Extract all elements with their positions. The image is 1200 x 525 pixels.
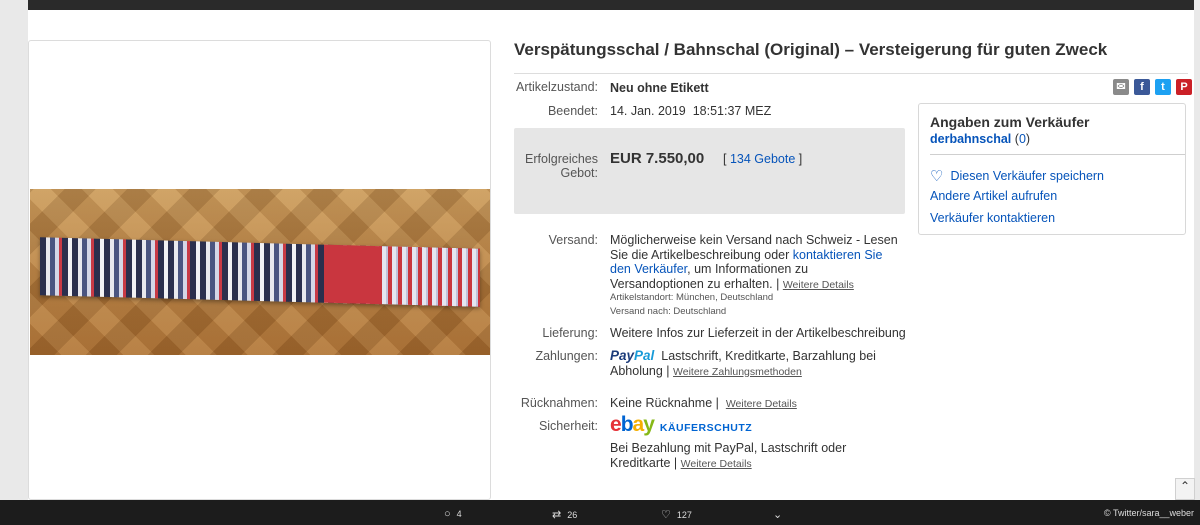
seller-divider <box>930 154 1185 155</box>
save-seller-link[interactable]: ♡ Diesen Verkäufer speichern <box>930 167 1104 185</box>
delivery-value: Weitere Infos zur Lieferzeit in der Arti… <box>610 326 906 340</box>
bids-link[interactable]: 134 Gebote <box>730 152 795 166</box>
item-title: Verspätungsschal / Bahnschal (Original) … <box>514 40 1108 59</box>
chevron-down-icon: ⌄ <box>773 509 783 521</box>
other-items-link[interactable]: Andere Artikel aufrufen <box>930 189 1057 203</box>
shipping-details-link[interactable]: Weitere Details <box>783 279 854 291</box>
facebook-icon[interactable]: f <box>1134 79 1150 95</box>
bid-label: Erfolgreiches Gebot: <box>498 152 598 180</box>
save-seller-label: Diesen Verkäufer speichern <box>950 169 1105 183</box>
ebay-logo: ebay <box>610 413 655 436</box>
ended-label: Beendet: <box>547 104 598 118</box>
right-margin <box>1194 0 1200 525</box>
seller-name-row: derbahnschal (0) <box>930 132 1030 146</box>
seller-rating-close: ) <box>1025 132 1031 146</box>
ships-to: Versand nach: Deutschland <box>610 306 727 317</box>
title-divider <box>514 73 1188 74</box>
buyer-protection-logo: ebay KÄUFERSCHUTZ <box>610 413 752 437</box>
payment-methods-line1: Lastschrift, Kreditkarte, Barzahlung bei <box>661 349 876 363</box>
like-count: 127 <box>676 509 692 520</box>
returns-details-link[interactable]: Weitere Details <box>726 398 797 410</box>
seller-rating-link[interactable]: 0 <box>1019 132 1026 146</box>
seller-name-link[interactable]: derbahnschal <box>930 132 1011 146</box>
bid-amount: EUR 7.550,00 <box>610 150 705 167</box>
mail-icon[interactable]: ✉ <box>1113 79 1129 95</box>
condition-value: Neu ohne Etikett <box>610 81 709 95</box>
contact-seller-box-link[interactable]: Verkäufer kontaktieren <box>930 211 1055 225</box>
reply-icon: ○ <box>444 508 451 520</box>
like-button[interactable]: ♡ 127 <box>661 508 692 521</box>
security-text-line1: Bei Bezahlung mit PayPal, Lastschrift od… <box>610 441 847 455</box>
bid-bracket-open: [ <box>723 152 727 166</box>
left-margin <box>0 0 28 525</box>
security-details-link[interactable]: Weitere Details <box>681 458 752 470</box>
bid-count: [ 134 Gebote ] <box>723 152 802 166</box>
payment-methods-link[interactable]: Weitere Zahlungsmethoden <box>673 366 802 378</box>
retweet-icon: ⇄ <box>552 509 562 521</box>
security-text: Bei Bezahlung mit PayPal, Lastschrift od… <box>610 441 846 471</box>
shipping-text: Möglicherweise kein Versand nach Schweiz… <box>610 233 900 292</box>
bid-bracket-close: ] <box>798 152 803 166</box>
heart-icon: ♡ <box>930 168 944 185</box>
twitter-action-bar: ○ 4 ⇄ 26 ♡ 127 ⌄ © Twitter/sara__weber <box>0 500 1200 525</box>
item-location: Artikelstandort: München, Deutschland <box>610 292 774 303</box>
seller-info-box: Angaben zum Verkäufer derbahnschal (0) ♡… <box>918 103 1186 235</box>
delivery-label: Lieferung: <box>542 326 598 340</box>
security-text-line2: Kreditkarte | <box>610 455 678 470</box>
returns-label: Rücknahmen: <box>520 396 598 410</box>
reply-count: 4 <box>456 509 462 519</box>
returns-value: Keine Rücknahme | Weitere Details <box>610 396 797 410</box>
payments-label: Zahlungen: <box>535 349 598 363</box>
shipping-label: Versand: <box>548 233 598 247</box>
ended-time: 18:51:37 MEZ <box>692 104 772 118</box>
returns-text: Keine Rücknahme | <box>610 396 719 410</box>
payments-value: PayPal Lastschrift, Kreditkarte, Barzahl… <box>610 348 900 379</box>
photo-credit: © Twitter/sara__weber <box>1103 508 1194 518</box>
condition-label: Artikelzustand: <box>516 80 598 94</box>
item-image-panel[interactable] <box>28 40 491 500</box>
retweet-button[interactable]: ⇄ 26 <box>552 508 577 521</box>
seller-heading: Angaben zum Verkäufer <box>930 114 1090 130</box>
listing-page: Verspätungsschal / Bahnschal (Original) … <box>28 10 1194 500</box>
scarf-photo[interactable] <box>30 189 490 355</box>
payment-methods-line2: Abholung | <box>610 363 670 378</box>
twitter-icon[interactable]: t <box>1155 79 1171 95</box>
scarf-image <box>40 237 480 307</box>
security-label: Sicherheit: <box>538 419 598 433</box>
top-strip <box>0 0 1200 10</box>
pinterest-icon[interactable]: P <box>1176 79 1192 95</box>
more-button[interactable]: ⌄ <box>773 508 782 521</box>
scroll-to-top-button[interactable]: ⌃ <box>1175 478 1195 500</box>
like-icon: ♡ <box>661 509 671 521</box>
bid-label-line2: Gebot: <box>560 166 598 180</box>
paypal-logo: PayPal <box>610 348 655 363</box>
ended-date: 14. Jan. 2019 <box>610 104 686 118</box>
ended-value: 14. Jan. 2019 18:51:37 MEZ <box>610 104 771 118</box>
buyer-protection-text: KÄUFERSCHUTZ <box>659 422 753 434</box>
retweet-count: 26 <box>567 509 578 520</box>
reply-button[interactable]: ○ 4 <box>444 508 462 520</box>
bid-label-line1: Erfolgreiches <box>525 152 598 166</box>
